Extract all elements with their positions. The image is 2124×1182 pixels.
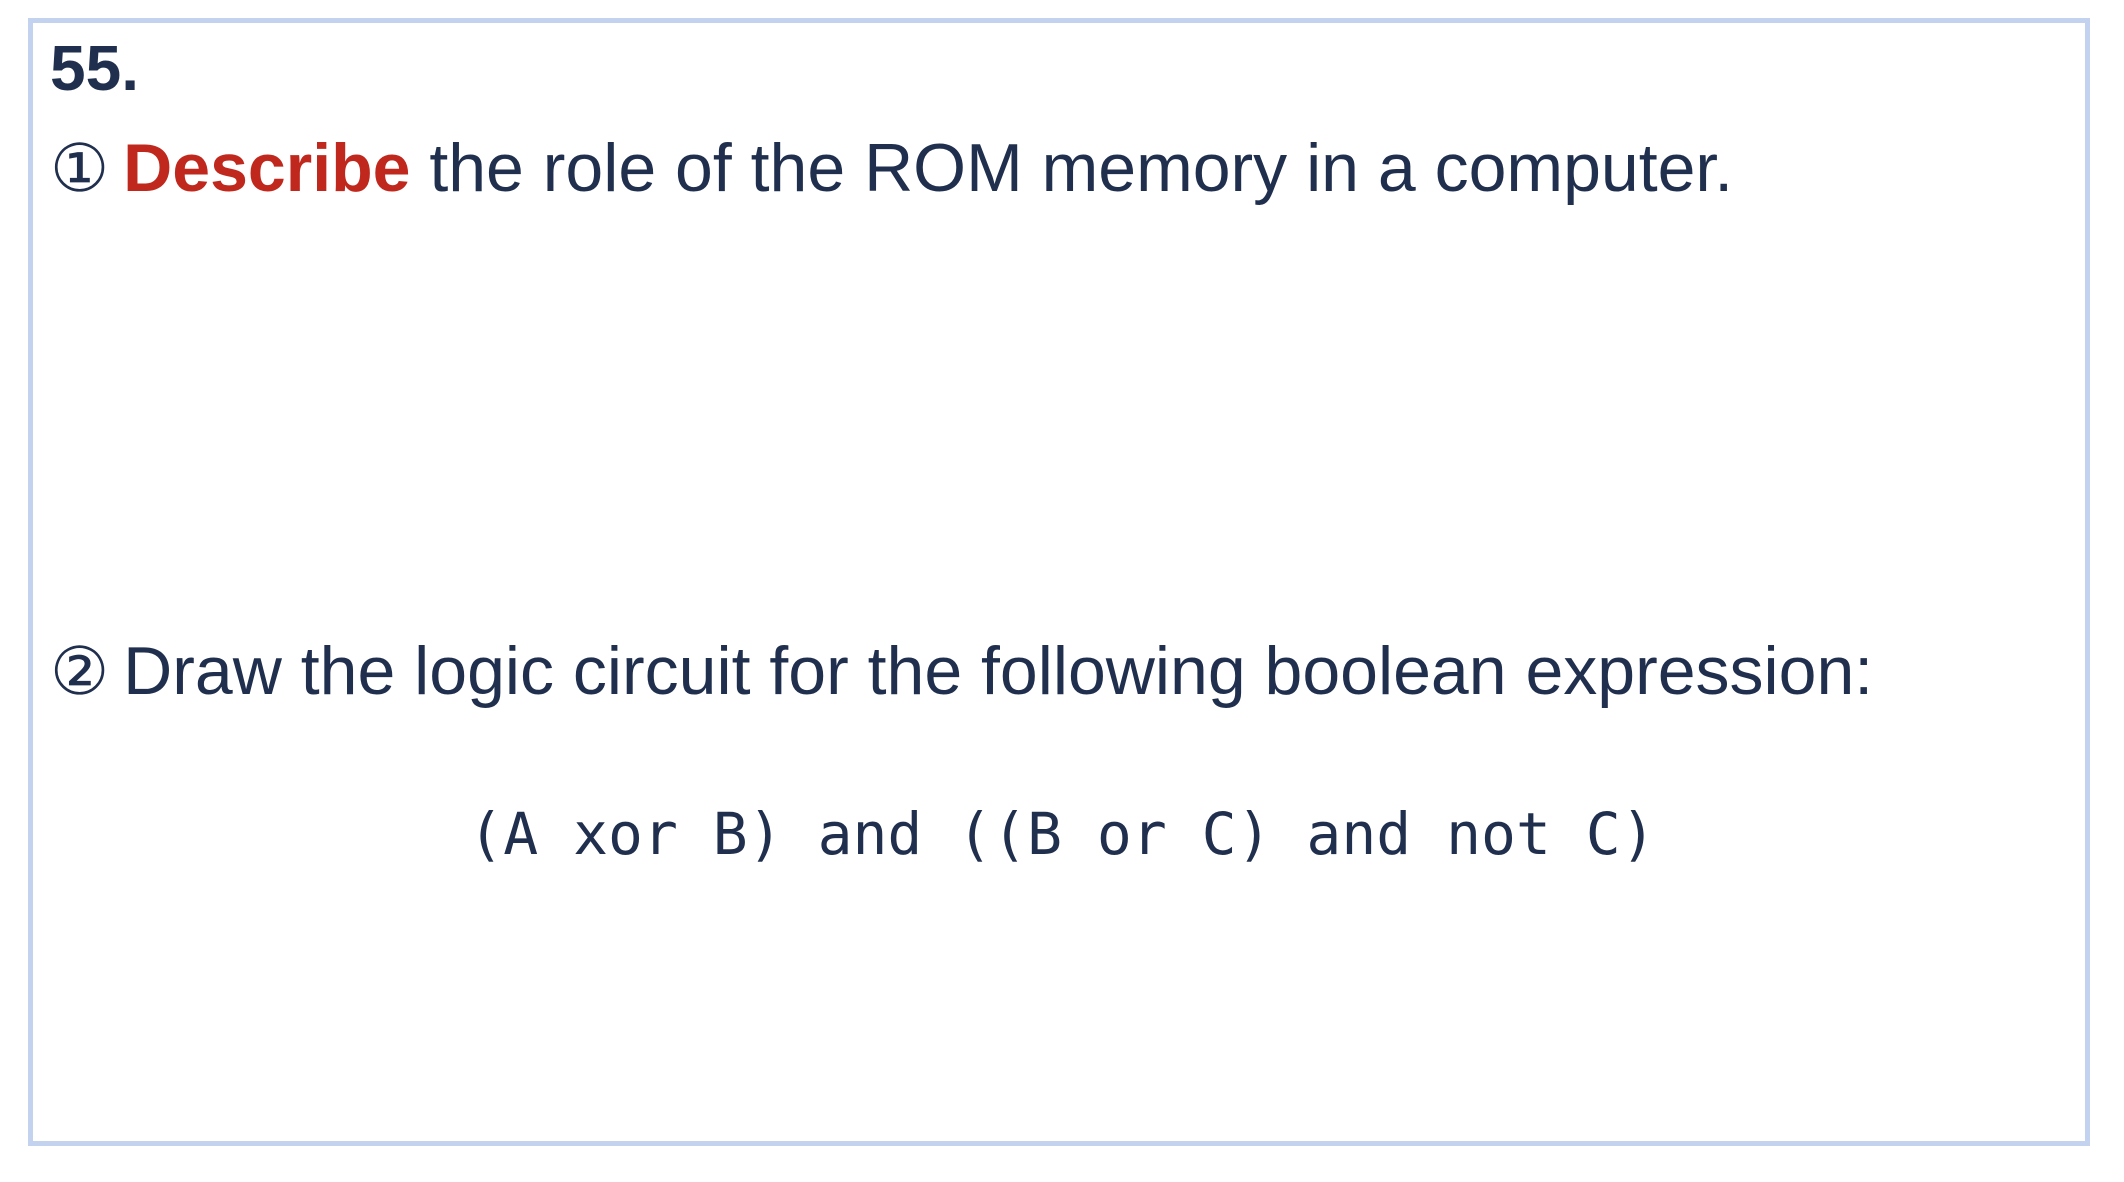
part-2-marker: ② [50, 633, 110, 710]
part-1-marker: ① [50, 130, 110, 207]
question-number: 55. [50, 32, 139, 104]
part-1-keyword: Describe [123, 130, 411, 206]
question-part-1: ① Describe the role of the ROM memory in … [50, 134, 1733, 202]
boolean-expression: (A xor B) and ((B or C) and not C) [468, 800, 1656, 868]
part-2-text: Draw the logic circuit for the following… [123, 633, 1874, 709]
part-1-text: the role of the ROM memory in a computer… [410, 130, 1734, 206]
question-part-2: ② Draw the logic circuit for the followin… [50, 637, 1873, 705]
